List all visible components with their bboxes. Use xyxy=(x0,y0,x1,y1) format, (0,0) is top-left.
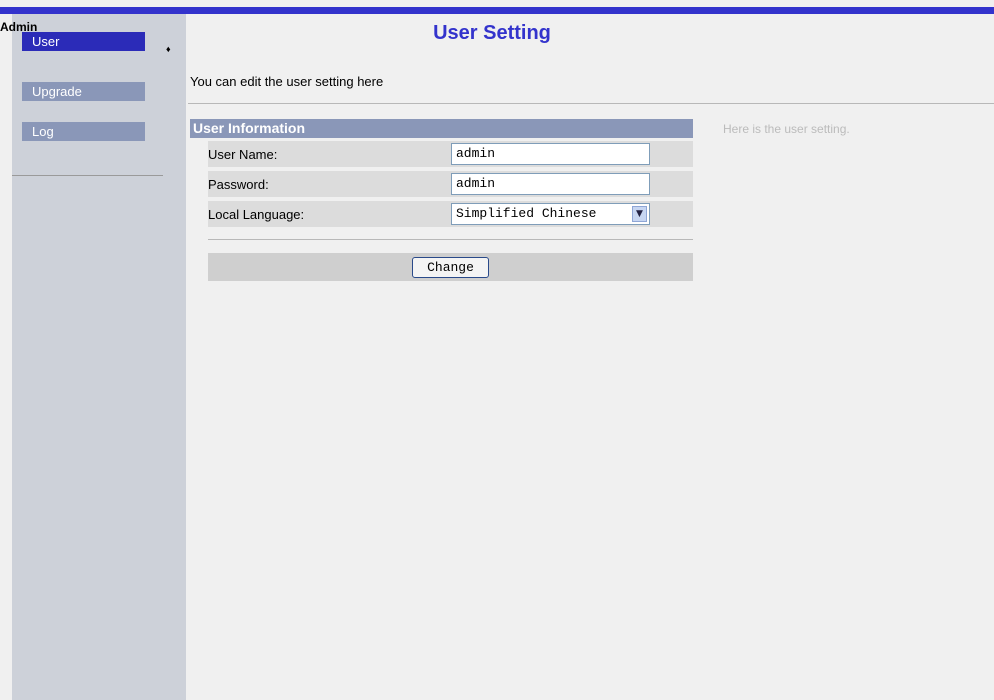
password-row: Password: admin xyxy=(208,171,693,197)
button-row: Change xyxy=(208,253,693,281)
sidebar-item-upgrade[interactable]: Upgrade xyxy=(22,82,145,101)
page-title: User Setting xyxy=(433,22,551,44)
language-row: Local Language: Simplified Chinese ▼ xyxy=(208,201,693,227)
language-select-value: Simplified Chinese xyxy=(456,206,597,221)
active-marker-icon: ♦ xyxy=(166,44,171,54)
sidebar-item-log[interactable]: Log xyxy=(22,122,145,141)
sidebar: Admin User ♦ Upgrade Log xyxy=(0,14,186,700)
chevron-down-icon[interactable]: ▼ xyxy=(632,206,647,222)
divider xyxy=(188,103,994,104)
language-select[interactable]: Simplified Chinese ▼ xyxy=(451,203,650,225)
page-subtitle: You can edit the user setting here xyxy=(190,74,384,89)
username-label: User Name: xyxy=(208,147,278,162)
change-button[interactable]: Change xyxy=(412,257,489,278)
password-input[interactable]: admin xyxy=(451,173,650,195)
top-accent-bar xyxy=(0,7,994,14)
username-row: User Name: admin xyxy=(208,141,693,167)
sidebar-divider xyxy=(12,175,163,176)
language-label: Local Language: xyxy=(208,207,305,222)
section-header: User Information xyxy=(190,119,693,138)
password-label: Password: xyxy=(208,177,269,192)
help-text: Here is the user setting. xyxy=(723,122,850,136)
form-divider xyxy=(208,239,693,240)
username-input[interactable]: admin xyxy=(451,143,650,165)
